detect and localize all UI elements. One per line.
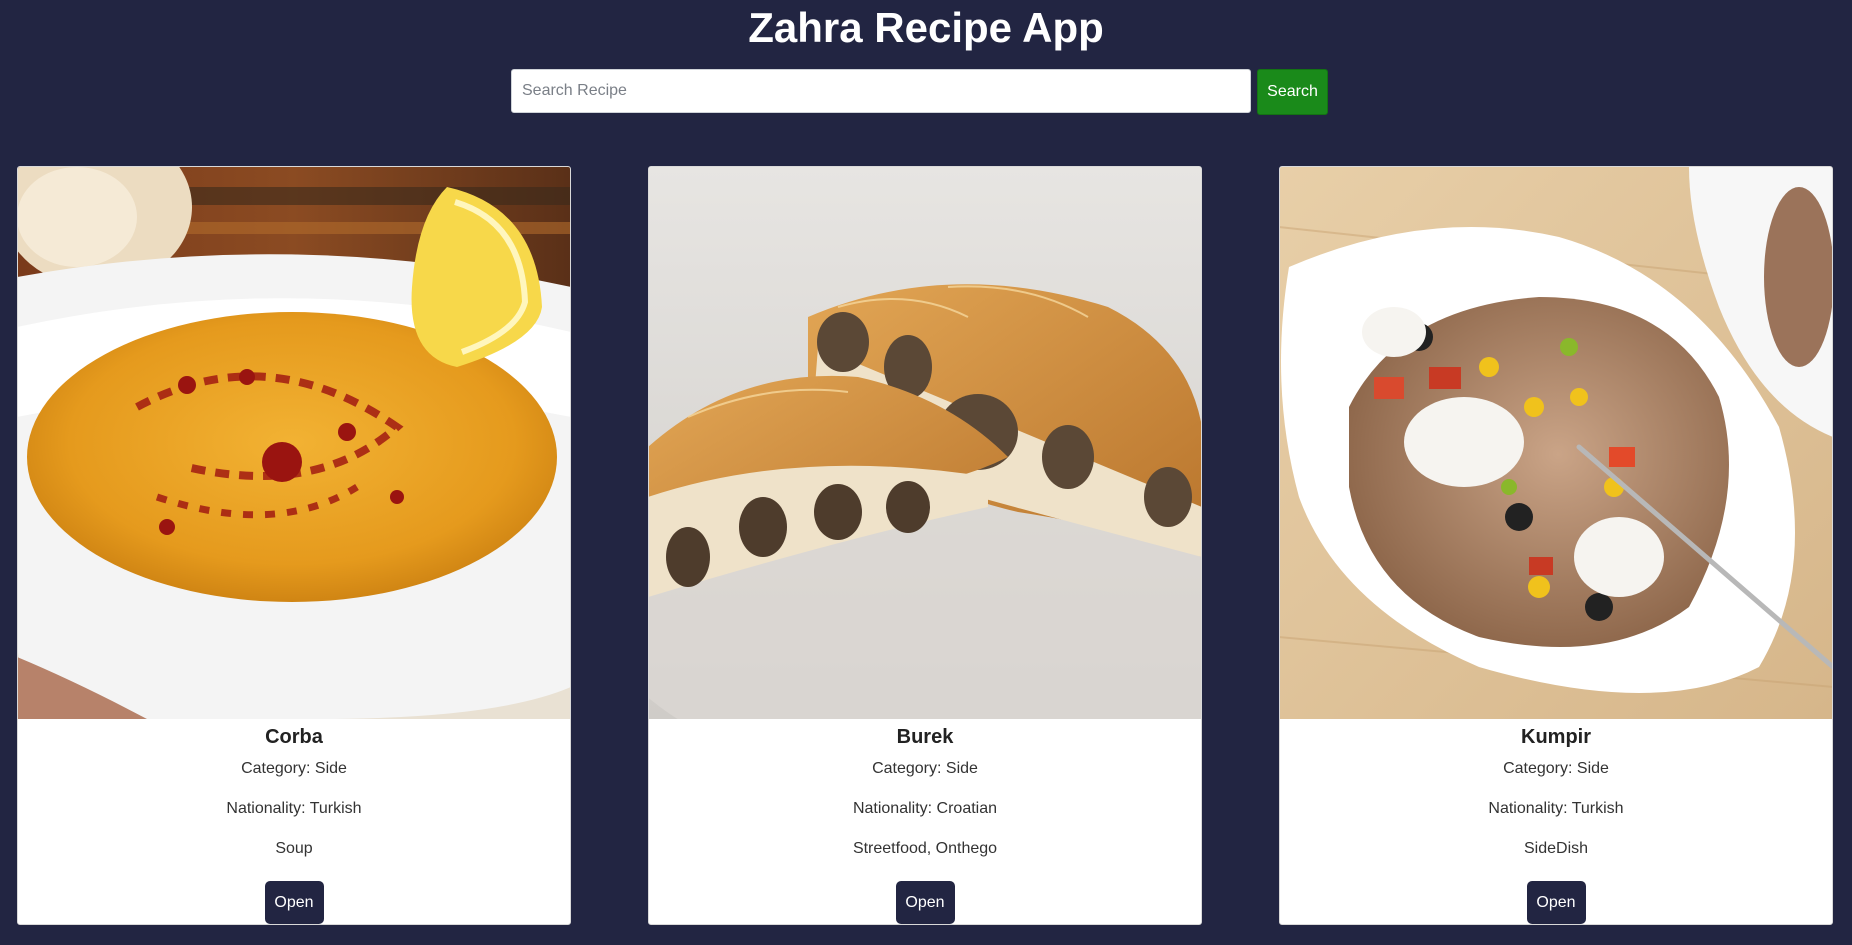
recipe-tags: Streetfood, Onthego: [852, 840, 998, 857]
recipe-card: Corba Category: Side Nationality: Turkis…: [17, 166, 571, 925]
recipe-name: Kumpir: [1521, 726, 1591, 748]
recipe-nationality: Nationality: Turkish: [1488, 800, 1624, 817]
search-input[interactable]: [511, 69, 1251, 113]
recipe-tags: Soup: [275, 840, 313, 857]
recipe-tags: SideDish: [1523, 840, 1589, 857]
recipe-name: Corba: [265, 726, 323, 748]
app-title: Zahra Recipe App: [748, 4, 1104, 51]
recipe-card: Kumpir Category: Side Nationality: Turki…: [1279, 166, 1833, 925]
recipe-card: Burek Category: Side Nationality: Croati…: [648, 166, 1202, 925]
open-button[interactable]: Open: [895, 881, 955, 924]
search-button[interactable]: Search: [1257, 69, 1328, 115]
recipe-app: Zahra Recipe App Search Recipe Search Co…: [0, 0, 1852, 945]
recipe-list: Corba Category: Side Nationality: Turkis…: [17, 166, 1833, 925]
search-bar: Search: [511, 69, 1328, 115]
open-button[interactable]: Open: [1526, 881, 1586, 924]
recipe-image: [1280, 167, 1832, 719]
recipe-nationality: Nationality: Croatian: [852, 800, 998, 817]
recipe-category: Category: Side: [241, 760, 347, 777]
recipe-name: Burek: [896, 726, 954, 748]
recipe-nationality: Nationality: Turkish: [226, 800, 362, 817]
open-button[interactable]: Open: [264, 881, 324, 924]
recipe-image: [649, 167, 1201, 719]
recipe-image: [18, 167, 570, 719]
recipe-category: Category: Side: [1503, 760, 1609, 777]
recipe-category: Category: Side: [872, 760, 978, 777]
